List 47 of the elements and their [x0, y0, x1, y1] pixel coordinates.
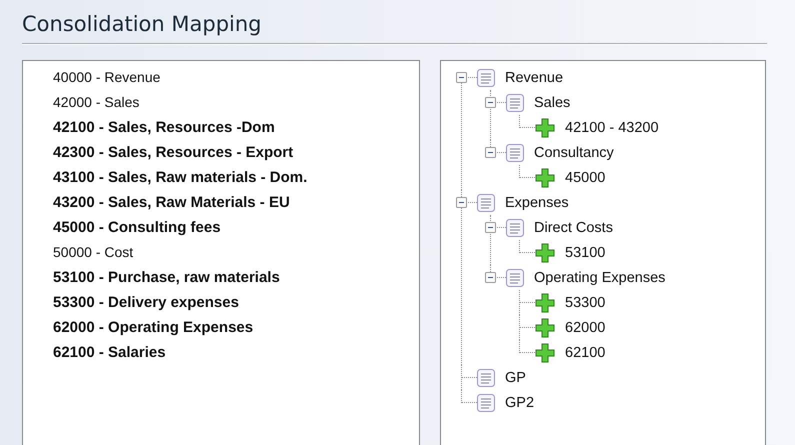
plus-icon	[535, 342, 555, 362]
plus-icon	[535, 168, 555, 188]
tree-node-label[interactable]: 45000	[565, 170, 606, 186]
account-item[interactable]: 42300 - Sales, Resources - Export	[53, 140, 294, 165]
collapse-icon[interactable]	[485, 222, 496, 233]
collapse-icon[interactable]	[485, 272, 496, 283]
account-item[interactable]: 43100 - Sales, Raw materials - Dom.	[53, 165, 308, 190]
collapse-icon[interactable]	[485, 147, 496, 158]
list-document-icon	[506, 268, 524, 286]
tree-node-label[interactable]: 62100	[565, 344, 606, 360]
tree-node-label[interactable]: GP2	[505, 394, 534, 410]
list-document-icon	[477, 394, 495, 412]
collapse-icon[interactable]	[456, 197, 467, 208]
plus-icon	[535, 318, 555, 338]
account-item[interactable]: 40000 - Revenue	[53, 65, 160, 90]
tree-node-label[interactable]: Consultancy	[534, 144, 614, 160]
collapse-icon[interactable]	[456, 72, 467, 83]
account-item[interactable]: 62100 - Salaries	[53, 340, 166, 365]
account-item[interactable]: 62000 - Operating Expenses	[53, 315, 254, 340]
list-document-icon	[506, 94, 524, 112]
tree-node-label[interactable]: 42100 - 43200	[565, 120, 659, 136]
plus-icon	[535, 292, 555, 312]
tree-node-label[interactable]: Expenses	[505, 194, 569, 210]
tree-node-label[interactable]: Operating Expenses	[534, 270, 666, 286]
account-item[interactable]: 42100 - Sales, Resources -Dom	[53, 115, 275, 140]
list-document-icon	[506, 218, 524, 236]
tree-node-label[interactable]: 53100	[565, 244, 606, 260]
page-title: Consolidation Mapping	[21, 11, 263, 38]
collapse-icon[interactable]	[485, 97, 496, 108]
list-document-icon	[477, 368, 495, 386]
list-document-icon	[506, 144, 524, 162]
tree-node-label[interactable]: 62000	[565, 320, 606, 336]
tree-node-label[interactable]: Revenue	[505, 70, 564, 86]
tree-node-label[interactable]: Direct Costs	[534, 220, 613, 236]
tree-node-label[interactable]: GP	[505, 370, 526, 386]
account-item[interactable]: 50000 - Cost	[53, 240, 134, 265]
account-item[interactable]: 43200 - Sales, Raw Materials - EU	[53, 190, 290, 215]
account-item[interactable]: 53300 - Delivery expenses	[53, 290, 239, 315]
plus-icon	[535, 242, 555, 262]
account-item[interactable]: 53100 - Purchase, raw materials	[53, 265, 280, 290]
list-document-icon	[477, 68, 495, 86]
account-item[interactable]: 42000 - Sales	[53, 90, 140, 115]
plus-icon	[535, 118, 555, 138]
list-document-icon	[477, 194, 495, 212]
account-item[interactable]: 45000 - Consulting fees	[53, 215, 221, 240]
tree-node-label[interactable]: 53300	[565, 294, 606, 310]
tree-node-label[interactable]: Sales	[534, 94, 570, 110]
